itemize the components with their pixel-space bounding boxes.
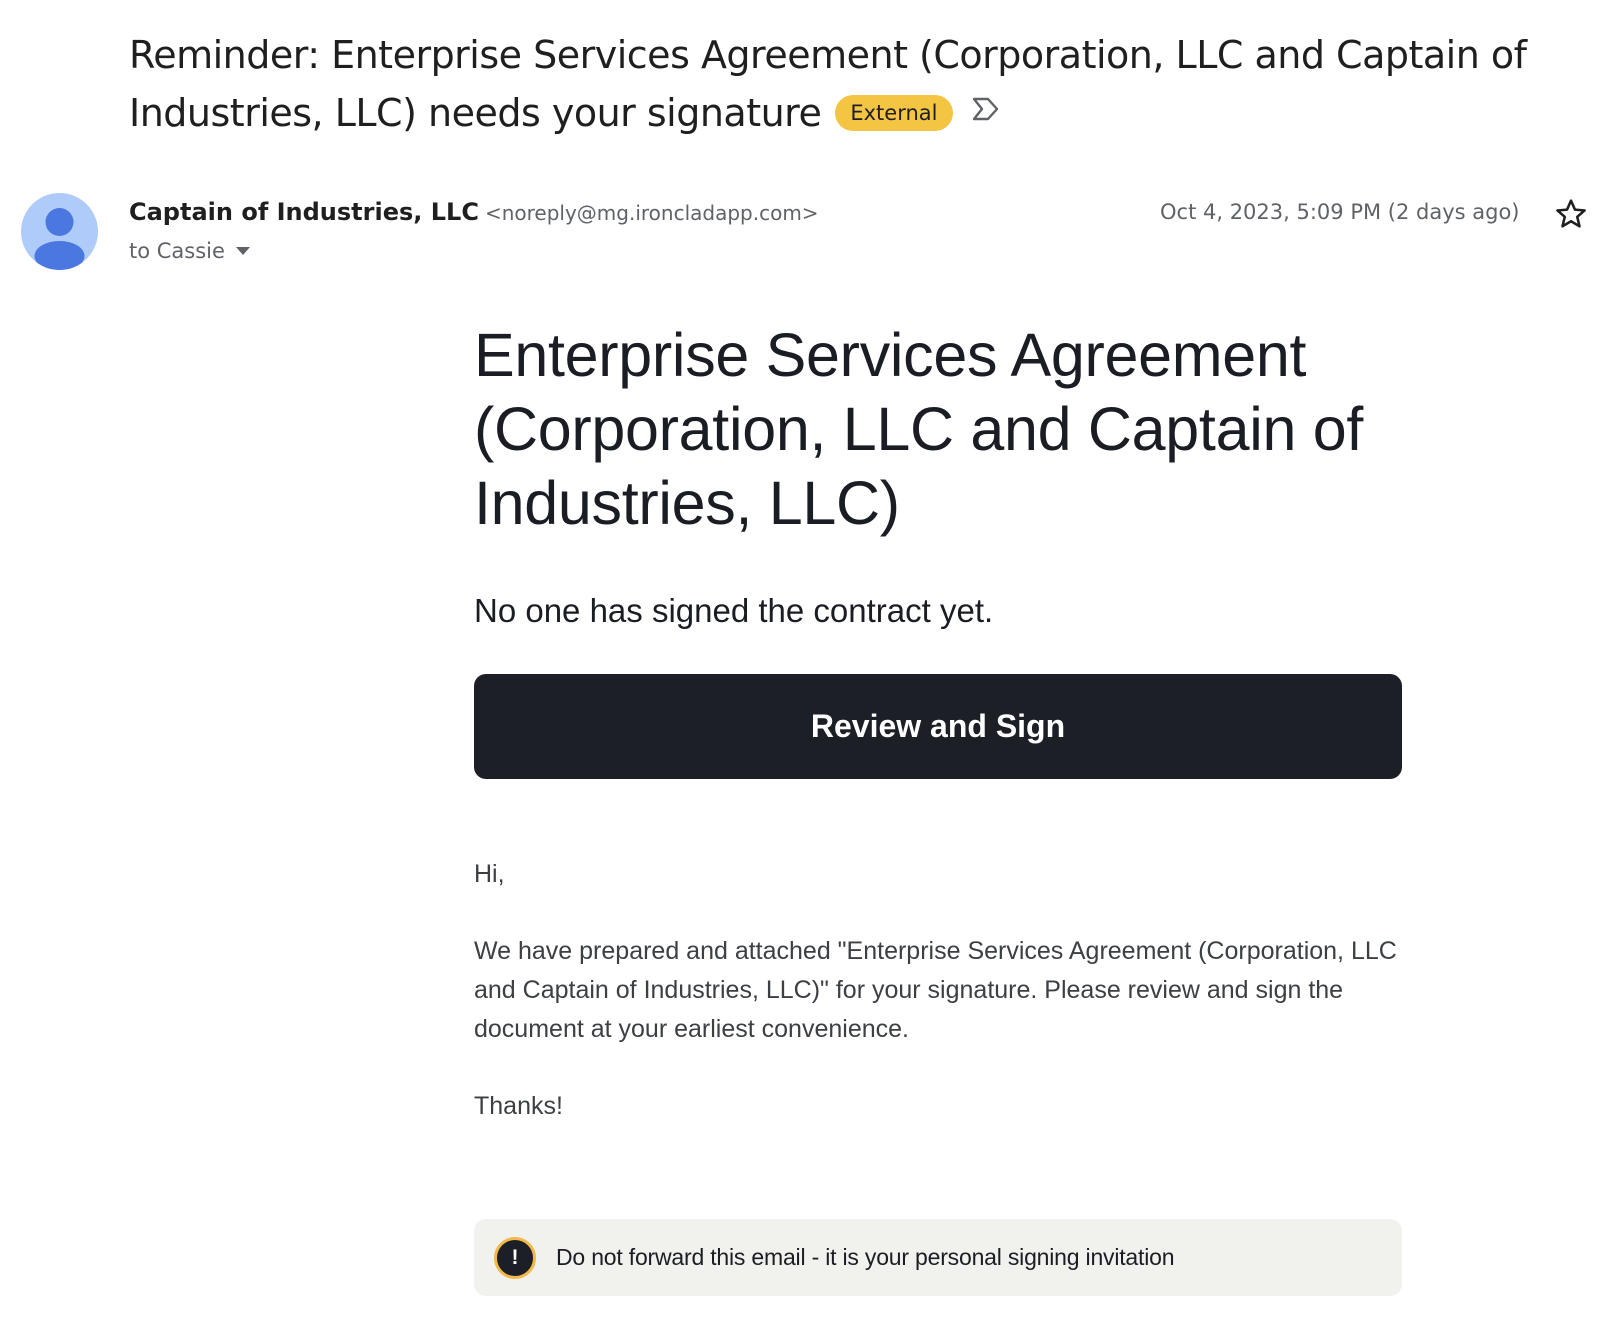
sender-email: <noreply@mg.ironcladapp.com> xyxy=(484,201,819,225)
greeting-text: Hi, xyxy=(474,860,505,888)
signature-status: No one has signed the contract yet. xyxy=(474,592,994,629)
email-subject: Reminder: Enterprise Services Agreement … xyxy=(129,28,1589,140)
message-text: We have prepared and attached "Enterpris… xyxy=(474,937,1397,1043)
external-badge: External xyxy=(835,95,953,131)
recipient-label: to Cassie xyxy=(129,239,225,263)
label-outline-icon[interactable] xyxy=(971,82,1001,136)
review-and-sign-button[interactable]: Review and Sign xyxy=(474,674,1402,779)
sender-name[interactable]: Captain of Industries, LLC xyxy=(129,198,479,226)
closing-text: Thanks! xyxy=(474,1092,563,1120)
email-date: Oct 4, 2023, 5:09 PM (2 days ago) xyxy=(1160,200,1520,224)
person-icon xyxy=(34,208,85,270)
warning-text: Do not forward this email - it is your p… xyxy=(556,1244,1175,1270)
email-body: Enterprise Services Agreement (Corporati… xyxy=(474,318,1402,1126)
caret-down-icon[interactable] xyxy=(235,246,251,256)
exclamation-circle-icon: ! xyxy=(494,1236,536,1279)
forward-warning-banner: ! Do not forward this email - it is your… xyxy=(474,1219,1402,1296)
document-title: Enterprise Services Agreement (Corporati… xyxy=(474,321,1363,537)
star-outline-icon[interactable] xyxy=(1554,197,1588,231)
sender-line: Captain of Industries, LLC <noreply@mg.ir… xyxy=(129,196,819,229)
subject-text: Reminder: Enterprise Services Agreement … xyxy=(129,33,1527,135)
email-view: Reminder: Enterprise Services Agreement … xyxy=(0,0,1600,1332)
sender-avatar[interactable] xyxy=(21,193,98,270)
recipient-details[interactable]: to Cassie xyxy=(129,236,251,266)
